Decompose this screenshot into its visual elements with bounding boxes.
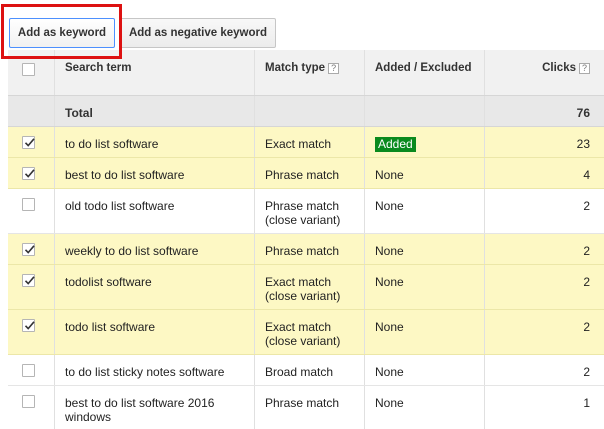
table-row[interactable]: old todo list software Phrase match (clos… [8, 189, 604, 234]
header-clicks[interactable]: Clicks? [484, 50, 604, 95]
status-badge: Added [375, 137, 416, 152]
status-text: None [375, 396, 404, 410]
checkmark-icon [24, 276, 35, 285]
clicks-value: 2 [583, 365, 590, 379]
row-checkbox[interactable] [22, 395, 35, 408]
checkmark-icon [24, 245, 35, 254]
header-search-term[interactable]: Search term [54, 50, 254, 95]
table-row[interactable]: to do list sticky notes software Broad ma… [8, 355, 604, 386]
match-type: Exact match (close variant) [265, 275, 341, 303]
clicks-value: 2 [583, 199, 590, 213]
row-checkbox[interactable] [22, 319, 35, 332]
total-row: Total 76 [8, 96, 604, 127]
match-type: Exact match (close variant) [265, 320, 341, 348]
clicks-value: 23 [576, 137, 590, 151]
search-term: weekly to do list software [65, 244, 199, 258]
table-row[interactable]: best to do list software 2016 windows Phr… [8, 386, 604, 429]
help-icon[interactable]: ? [328, 63, 340, 74]
total-label: Total [65, 106, 93, 120]
table-row[interactable]: todo list software Exact match (close var… [8, 310, 604, 355]
row-checkbox[interactable] [22, 243, 35, 256]
status-text: None [375, 275, 404, 289]
table-row[interactable]: weekly to do list software Phrase match No… [8, 234, 604, 265]
table-row[interactable]: best to do list software Phrase match None… [8, 158, 604, 189]
status-text: None [375, 168, 404, 182]
clicks-value: 4 [583, 168, 590, 182]
add-as-keyword-button[interactable]: Add as keyword [9, 18, 115, 48]
checkmark-icon [24, 169, 35, 178]
match-type: Phrase match [265, 168, 340, 182]
status-text: None [375, 320, 404, 334]
table-row[interactable]: todolist software Exact match (close vari… [8, 265, 604, 310]
search-term: to do list software [65, 137, 159, 151]
search-term: todo list software [65, 320, 156, 334]
table-header: Search term Match type? Added / Excluded… [8, 50, 604, 96]
table-row[interactable]: to do list software Exact match Added 23 [8, 127, 604, 158]
search-term: todolist software [65, 275, 152, 289]
clicks-value: 1 [583, 396, 590, 410]
status-text: None [375, 199, 404, 213]
checkmark-icon [24, 138, 35, 147]
checkmark-icon [24, 321, 35, 330]
clicks-value: 2 [583, 275, 590, 289]
search-term: best to do list software 2016 windows [65, 396, 215, 424]
row-checkbox[interactable] [22, 364, 35, 377]
row-checkbox[interactable] [22, 198, 35, 211]
search-term: to do list sticky notes software [65, 365, 225, 379]
status-text: None [375, 365, 404, 379]
select-all-checkbox[interactable] [22, 63, 35, 76]
match-type: Broad match [265, 365, 334, 379]
row-checkbox[interactable] [22, 136, 35, 149]
row-checkbox[interactable] [22, 167, 35, 180]
search-term: old todo list software [65, 199, 175, 213]
add-as-negative-keyword-button[interactable]: Add as negative keyword [120, 18, 276, 48]
header-added-excluded[interactable]: Added / Excluded [364, 50, 484, 95]
match-type: Phrase match [265, 396, 340, 410]
total-clicks: 76 [576, 106, 590, 120]
match-type: Exact match [265, 137, 332, 151]
match-type: Phrase match (close variant) [265, 199, 341, 227]
search-term: best to do list software [65, 168, 185, 182]
row-checkbox[interactable] [22, 274, 35, 287]
help-icon[interactable]: ? [579, 63, 590, 74]
status-text: None [375, 244, 404, 258]
clicks-value: 2 [583, 320, 590, 334]
match-type: Phrase match [265, 244, 340, 258]
clicks-value: 2 [583, 244, 590, 258]
header-match-type[interactable]: Match type? [254, 50, 364, 95]
toolbar: Add as keyword Add as negative keyword [0, 0, 604, 59]
